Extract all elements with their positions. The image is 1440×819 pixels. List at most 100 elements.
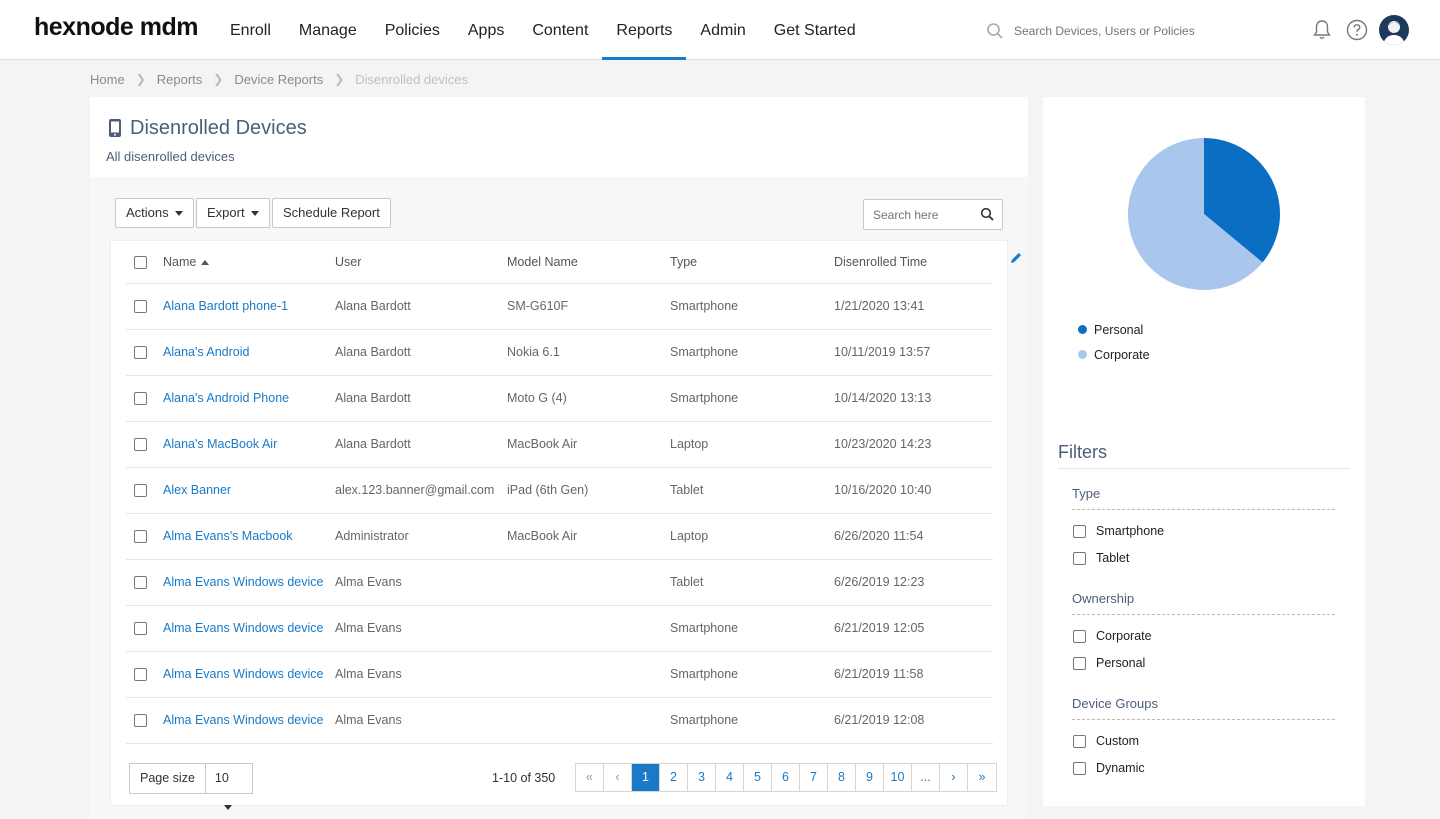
- row-checkbox[interactable]: [134, 346, 147, 360]
- device-name-link[interactable]: Alma Evans's Macbook: [163, 513, 335, 560]
- nav-policies[interactable]: Policies: [371, 0, 454, 60]
- filter-checkbox[interactable]: [1073, 734, 1086, 748]
- filter-option-personal[interactable]: Personal: [1073, 656, 1145, 670]
- help-icon[interactable]: [1345, 18, 1369, 42]
- col-user-header[interactable]: User: [335, 241, 507, 284]
- breadcrumb-reports[interactable]: Reports: [157, 72, 203, 87]
- export-label: Export: [207, 205, 245, 220]
- col-model-header[interactable]: Model Name: [507, 241, 670, 284]
- page-button-1[interactable]: 1: [632, 764, 660, 791]
- ownership-pie-chart: [1128, 138, 1280, 290]
- col-name-header[interactable]: Name: [163, 241, 335, 284]
- nav-reports[interactable]: Reports: [602, 0, 687, 60]
- search-icon[interactable]: [980, 207, 994, 221]
- pencil-icon[interactable]: [1009, 251, 1023, 265]
- nav-apps[interactable]: Apps: [454, 0, 518, 60]
- filter-checkbox[interactable]: [1073, 629, 1086, 643]
- global-search-input[interactable]: [1014, 20, 1234, 42]
- table-row: Alex Banner alex.123.banner@gmail.com iPad…: [126, 467, 993, 514]
- row-checkbox[interactable]: [134, 668, 147, 682]
- bell-icon[interactable]: [1310, 18, 1334, 42]
- devices-table: Name User Model Name Type Disenrolled Ti…: [126, 241, 993, 744]
- filter-option-corporate[interactable]: Corporate: [1073, 629, 1152, 643]
- device-name-link[interactable]: Alana's MacBook Air: [163, 421, 335, 468]
- filter-option-custom[interactable]: Custom: [1073, 734, 1139, 748]
- page-button-8[interactable]: 8: [828, 764, 856, 791]
- select-all-checkbox[interactable]: [134, 255, 147, 269]
- page-button-3[interactable]: 3: [688, 764, 716, 791]
- sort-asc-icon: [201, 259, 210, 265]
- legend-item-corporate[interactable]: Corporate: [1078, 342, 1150, 367]
- export-dropdown[interactable]: Export: [196, 198, 270, 228]
- more-pages-button[interactable]: ...: [912, 764, 940, 791]
- record-count: 1-10 of 350: [492, 771, 556, 785]
- filter-option-dynamic[interactable]: Dynamic: [1073, 761, 1145, 775]
- table-row: Alana's MacBook Air Alana Bardott MacBook …: [126, 421, 993, 468]
- row-checkbox[interactable]: [134, 438, 147, 452]
- nav-manage[interactable]: Manage: [285, 0, 371, 60]
- chevron-right-icon: ❯: [135, 72, 146, 86]
- page-button-10[interactable]: 10: [884, 764, 912, 791]
- main-nav: Enroll Manage Policies Apps Content Repo…: [216, 0, 870, 60]
- row-checkbox[interactable]: [134, 622, 147, 636]
- nav-enroll[interactable]: Enroll: [216, 0, 285, 60]
- table-row: Alma Evans Windows device Alma Evans Smart…: [126, 697, 993, 744]
- device-user: Alma Evans: [335, 559, 507, 606]
- row-checkbox[interactable]: [134, 576, 147, 590]
- device-type: Smartphone: [670, 283, 834, 330]
- filter-checkbox[interactable]: [1073, 656, 1086, 670]
- page-size-selector: Page size 10: [129, 763, 253, 811]
- filter-divider: [1072, 719, 1335, 720]
- page-button-5[interactable]: 5: [744, 764, 772, 791]
- row-checkbox[interactable]: [134, 392, 147, 406]
- col-time-header[interactable]: Disenrolled Time: [834, 241, 993, 284]
- filter-option-smartphone[interactable]: Smartphone: [1073, 524, 1164, 538]
- schedule-report-button[interactable]: Schedule Report: [272, 198, 391, 228]
- breadcrumb-device-reports[interactable]: Device Reports: [234, 72, 323, 87]
- filter-checkbox[interactable]: [1073, 524, 1086, 538]
- next-page-button[interactable]: ›: [940, 764, 968, 791]
- row-checkbox[interactable]: [134, 530, 147, 544]
- device-name-link[interactable]: Alma Evans Windows device: [163, 559, 335, 606]
- avatar[interactable]: [1379, 15, 1409, 45]
- nav-get-started[interactable]: Get Started: [760, 0, 870, 60]
- device-name-link[interactable]: Alma Evans Windows device: [163, 651, 335, 698]
- page-button-4[interactable]: 4: [716, 764, 744, 791]
- prev-page-button[interactable]: ‹: [604, 764, 632, 791]
- legend-label-personal: Personal: [1094, 322, 1144, 337]
- page-button-7[interactable]: 7: [800, 764, 828, 791]
- first-page-button[interactable]: «: [576, 764, 604, 791]
- legend-item-personal[interactable]: Personal: [1078, 317, 1150, 342]
- breadcrumb-home[interactable]: Home: [90, 72, 125, 87]
- page-size-select[interactable]: 10: [206, 764, 252, 811]
- device-name-link[interactable]: Alex Banner: [163, 467, 335, 514]
- device-type: Smartphone: [670, 329, 834, 376]
- page-button-6[interactable]: 6: [772, 764, 800, 791]
- page-title: Disenrolled Devices: [130, 117, 307, 139]
- device-name-link[interactable]: Alana's Android: [163, 329, 335, 376]
- device-name-link[interactable]: Alma Evans Windows device: [163, 605, 335, 652]
- device-user: Alana Bardott: [335, 421, 507, 468]
- table-search-input[interactable]: [873, 206, 973, 224]
- device-name-link[interactable]: Alana's Android Phone: [163, 375, 335, 422]
- col-type-header[interactable]: Type: [670, 241, 834, 284]
- breadcrumb: Home ❯ Reports ❯ Device Reports ❯ Disenr…: [90, 70, 468, 88]
- device-name-link[interactable]: Alana Bardott phone-1: [163, 283, 335, 330]
- col-name-label: Name: [163, 254, 197, 269]
- filter-option-tablet[interactable]: Tablet: [1073, 551, 1129, 565]
- actions-dropdown[interactable]: Actions: [115, 198, 194, 228]
- last-page-button[interactable]: »: [968, 764, 996, 791]
- row-checkbox[interactable]: [134, 714, 147, 728]
- device-name-link[interactable]: Alma Evans Windows device: [163, 697, 335, 744]
- filter-checkbox[interactable]: [1073, 761, 1086, 775]
- filter-checkbox[interactable]: [1073, 551, 1086, 565]
- row-checkbox[interactable]: [134, 300, 147, 314]
- brand-logo[interactable]: hexnode mdm: [34, 13, 198, 42]
- table-row: Alma Evans Windows device Alma Evans Table…: [126, 559, 993, 606]
- nav-admin[interactable]: Admin: [686, 0, 759, 60]
- page-button-9[interactable]: 9: [856, 764, 884, 791]
- caret-down-icon: [223, 805, 232, 811]
- nav-content[interactable]: Content: [518, 0, 602, 60]
- row-checkbox[interactable]: [134, 484, 147, 498]
- page-button-2[interactable]: 2: [660, 764, 688, 791]
